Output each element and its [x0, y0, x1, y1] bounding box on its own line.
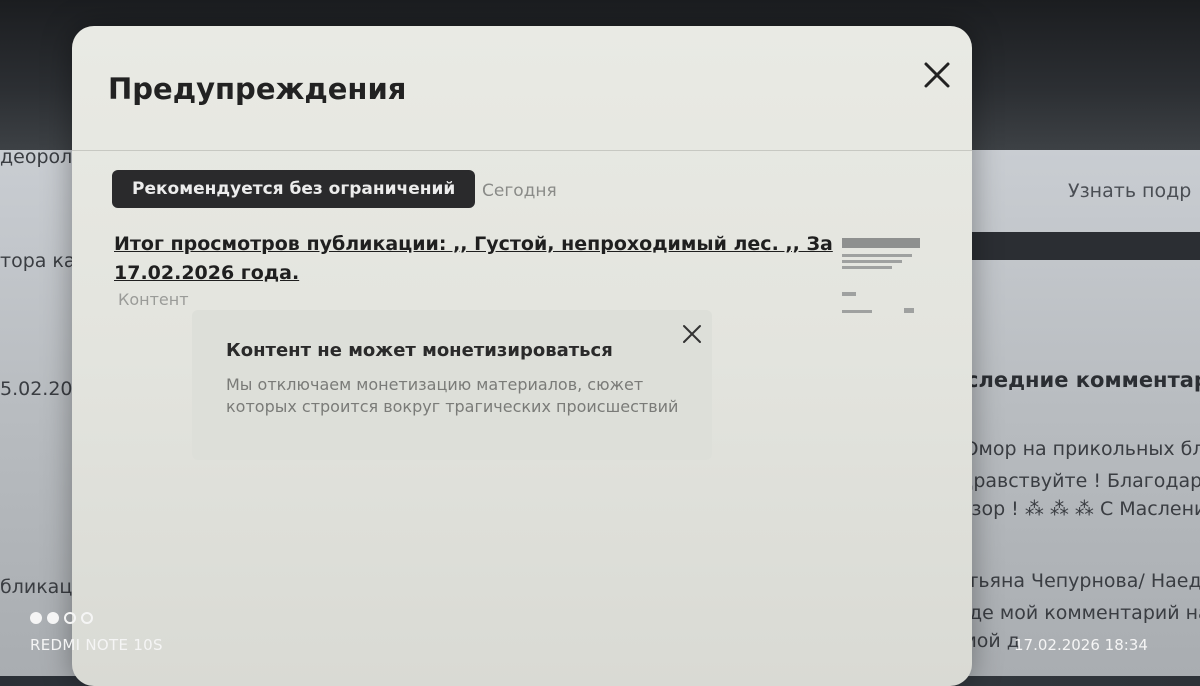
- camera-watermark-dots: [30, 612, 93, 624]
- notice-close-icon[interactable]: [680, 322, 704, 346]
- background-dark-strip: [960, 232, 1200, 260]
- warning-date: Сегодня: [482, 181, 557, 201]
- modal-divider: [72, 150, 972, 151]
- background-text-1: деорол: [0, 146, 73, 168]
- publication-title-link[interactable]: Итог просмотров публикации: ,, Густой, н…: [114, 230, 834, 288]
- learn-more-link[interactable]: Узнать подр: [1068, 180, 1191, 202]
- watermark-dot: [64, 612, 76, 624]
- latest-comments-heading: следние комментари: [966, 368, 1200, 392]
- modal-title: Предупреждения: [108, 72, 407, 106]
- publication-type: Контент: [118, 290, 189, 309]
- comment-author-2[interactable]: Татьяна Чепурнова/ Наед: [944, 570, 1200, 592]
- photo-timestamp: 17.02.2026 18:34: [1014, 636, 1148, 654]
- notice-title: Контент не может монетизироваться: [226, 340, 613, 361]
- comment-text-1: Здравствуйте ! Благодарю: [948, 470, 1200, 492]
- close-icon[interactable]: [920, 58, 954, 92]
- watermark-dot: [47, 612, 59, 624]
- warnings-modal: Предупреждения Рекомендуется без огранич…: [72, 26, 972, 686]
- comment-text-1b: обзор ! ⁂ ⁂ ⁂ С Маслени: [948, 498, 1200, 520]
- comment-text-2: А где мой комментарий на: [940, 602, 1200, 624]
- watermark-dot: [30, 612, 42, 624]
- notice-text: Мы отключаем монетизацию материалов, сюж…: [226, 375, 679, 416]
- device-watermark: REDMI NOTE 10S: [30, 636, 163, 654]
- watermark-dot: [81, 612, 93, 624]
- comment-author-1[interactable]: Юмор на прикольных бл: [958, 438, 1200, 460]
- monetization-notice: Контент не может монетизироваться Мы отк…: [192, 310, 712, 460]
- status-badge: Рекомендуется без ограничений: [112, 170, 476, 208]
- publication-thumbnail[interactable]: [838, 226, 924, 326]
